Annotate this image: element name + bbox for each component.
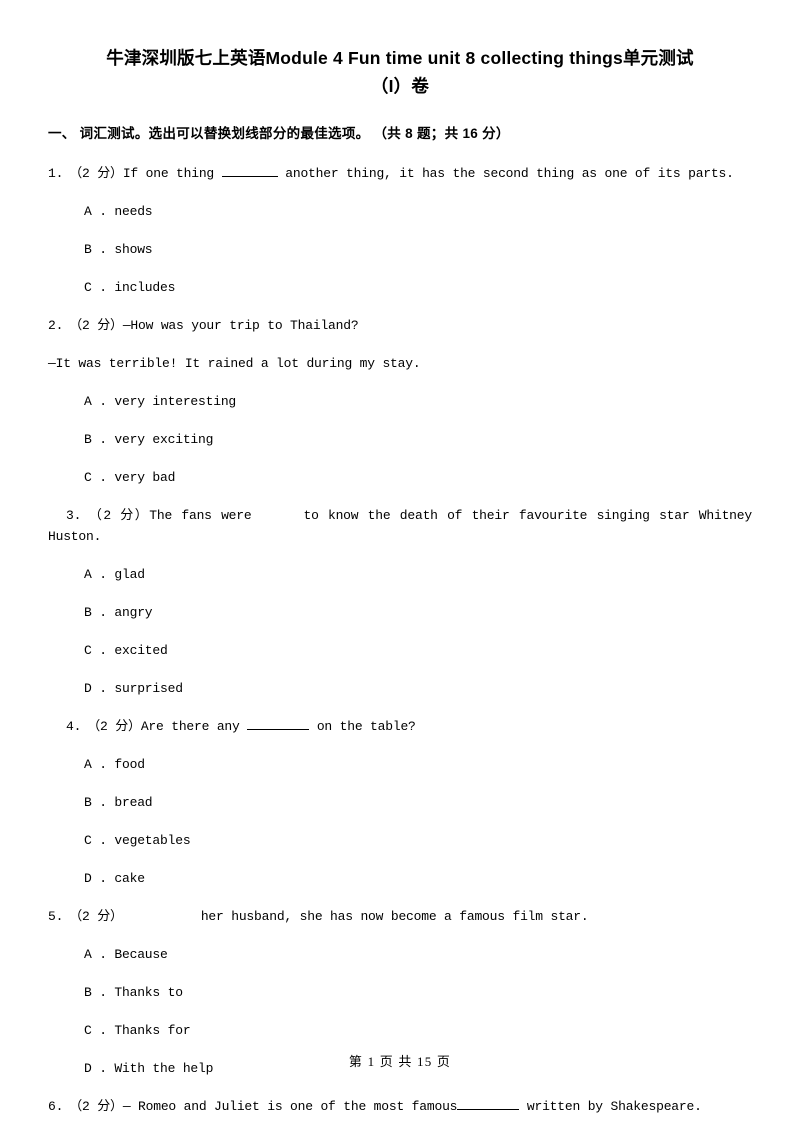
option-item: B . Thanks to (84, 985, 183, 1000)
question-stem: 3. （2 分）The fans were to know the death of… (66, 507, 752, 524)
page-title-line2: （I）卷 (370, 76, 430, 96)
question-text-after: her husband, she has now become a famous… (200, 909, 589, 924)
question-number: 6. (48, 1099, 64, 1114)
question-stem: 5. （2 分） her husband, she has now become a… (48, 908, 752, 925)
option-item: C . vegetables (84, 833, 191, 848)
question-text-before: —How was your trip to Thailand? (122, 318, 359, 333)
option-item: A . food (84, 757, 145, 772)
option-item: B . very exciting (84, 432, 214, 447)
question-score: （2 分） (87, 719, 141, 734)
option-item: A . Because (84, 947, 168, 962)
question-number: 4. (66, 719, 82, 734)
option-item: D . surprised (84, 681, 183, 696)
question-score: （2 分） (69, 909, 123, 924)
question-continuation: Huston. (48, 529, 102, 544)
question-stem: 6. （2 分）— Romeo and Juliet is one of the … (48, 1098, 752, 1115)
question-number: 3. (66, 508, 82, 523)
option-item: C . includes (84, 280, 176, 295)
answer-blank (221, 165, 278, 177)
question-text-before: If one thing (122, 166, 222, 181)
page-footer: 第 1 页 共 15 页 (348, 1054, 452, 1069)
question-stem: 1. （2 分）If one thing another thing, it ha… (48, 165, 752, 182)
question-text-before: The fans were (149, 508, 252, 523)
option-item: C . very bad (84, 470, 176, 485)
answer-blank (247, 718, 310, 730)
document-page: 牛津深圳版七上英语Module 4 Fun time unit 8 collec… (0, 0, 800, 1132)
page-title-line1: 牛津深圳版七上英语Module 4 Fun time unit 8 collec… (106, 48, 694, 68)
option-item: A . needs (84, 204, 153, 219)
answer-blank (457, 1098, 520, 1110)
question-score: （2 分） (69, 1099, 123, 1114)
question-text-before: Are there any (140, 719, 248, 734)
question-score: （2 分） (69, 166, 123, 181)
option-item: B . shows (84, 242, 153, 257)
section-heading: 一、 词汇测试。选出可以替换划线部分的最佳选项。 （共 8 题；共 16 分） (48, 126, 510, 141)
question-number: 1. (48, 166, 64, 181)
option-item: C . excited (84, 643, 168, 658)
question-number: 5. (48, 909, 64, 924)
option-item: C . Thanks for (84, 1023, 191, 1038)
question-continuation: —It was terrible! It rained a lot during… (48, 356, 421, 371)
option-item: D . cake (84, 871, 145, 886)
question-stem: 2. （2 分）—How was your trip to Thailand? (48, 317, 752, 334)
question-text-after: written by Shakespeare. (519, 1099, 702, 1114)
option-item: B . angry (84, 605, 153, 620)
question-text-before: — Romeo and Juliet is one of the most fa… (122, 1099, 458, 1114)
question-score: （2 分） (69, 318, 123, 333)
question-text-after: to know the death of their favourite sin… (303, 508, 752, 523)
question-stem: 4. （2 分）Are there any on the table? (66, 718, 752, 735)
question-score: （2 分） (87, 508, 150, 523)
option-item: B . bread (84, 795, 153, 810)
page-title: 牛津深圳版七上英语Module 4 Fun time unit 8 collec… (48, 0, 752, 100)
question-number: 2. (48, 318, 64, 333)
option-item: A . glad (84, 567, 145, 582)
question-text-after: another thing, it has the second thing a… (277, 166, 734, 181)
option-item: A . very interesting (84, 394, 237, 409)
question-text-after: on the table? (309, 719, 416, 734)
